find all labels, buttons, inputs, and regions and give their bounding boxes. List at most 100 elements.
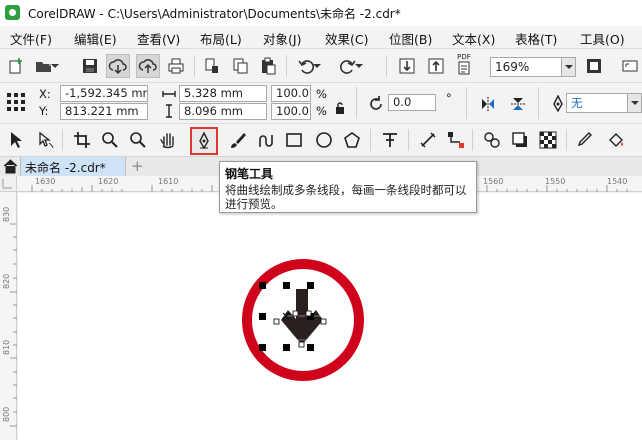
rotation-angle-input[interactable]: 0.0 (388, 94, 436, 111)
rotation-degree: ° (446, 91, 452, 105)
menu-file[interactable]: 文件(F) (10, 29, 52, 48)
menu-tools[interactable]: 工具(O) (580, 29, 625, 48)
x-position-input[interactable]: -1,592.345 mm (60, 85, 148, 102)
interactive-fill-icon[interactable] (604, 128, 628, 152)
toolbar-separator (538, 87, 539, 119)
tab-document-label: 未命名 -2.cdr* (25, 161, 106, 175)
zoom-to-page-icon[interactable] (582, 54, 606, 78)
crop-tool-icon[interactable] (70, 128, 94, 152)
scale-height-input[interactable]: 100.0 (271, 103, 311, 120)
width-icon (162, 88, 176, 102)
toolbar-separator (356, 87, 357, 119)
connector-tool-icon[interactable] (444, 128, 468, 152)
home-icon[interactable] (3, 159, 18, 177)
menu-edit[interactable]: 编辑(E) (74, 29, 117, 48)
ruler-h-label: 1560 (483, 177, 504, 186)
redo-list-chevron-down-icon[interactable] (354, 54, 364, 78)
import-icon[interactable] (395, 54, 419, 78)
cloud-download-icon[interactable] (106, 54, 130, 78)
menu-bitmaps[interactable]: 位图(B) (389, 29, 432, 48)
coreldraw-app-icon (5, 5, 20, 20)
menu-effects[interactable]: 效果(C) (325, 29, 368, 48)
title-bar: CorelDRAW - C:\Users\Administrator\Docum… (0, 0, 642, 26)
menu-bar: 文件(F) 编辑(E) 查看(V) 布局(L) 对象(J) 效果(C) 位图(B… (0, 26, 642, 48)
pan-hand-icon[interactable] (156, 128, 180, 152)
toolbar-separator (408, 129, 409, 151)
pen-tool-icon[interactable] (190, 127, 218, 155)
blend-tool-icon[interactable] (480, 128, 504, 152)
artistic-media-brush-icon[interactable] (226, 128, 250, 152)
pick-tool-icon[interactable] (4, 128, 28, 152)
y-position-input[interactable]: 813.221 mm (60, 103, 148, 120)
cut-icon[interactable] (200, 54, 224, 78)
toolbar-separator (466, 87, 467, 119)
menu-text[interactable]: 文本(X) (452, 29, 495, 48)
ruler-h-label: 1540 (607, 177, 628, 186)
toolbar-separator (566, 129, 567, 151)
object-origin-icon[interactable] (4, 90, 28, 114)
tooltip-description: 将曲线绘制成多条线段，每画一条线段时都可以进行预览。 (225, 183, 467, 211)
tab-document[interactable]: 未命名 -2.cdr* (20, 157, 126, 177)
shape-tool-icon[interactable] (34, 128, 58, 152)
ruler-v-label: 810 (2, 339, 11, 355)
ruler-h-label: 1610 (158, 177, 179, 186)
x-label: X: (39, 87, 51, 101)
toolbar-separator (370, 129, 371, 151)
mirror-vertical-icon[interactable] (506, 92, 530, 116)
scale-width-input[interactable]: 100.0 (271, 85, 311, 102)
scale-height-percent: % (316, 104, 327, 118)
lock-ratio-icon[interactable] (332, 99, 348, 117)
outline-width-select[interactable]: 无 (566, 93, 628, 113)
standard-toolbar: PDF 169% (0, 48, 642, 82)
print-icon[interactable] (164, 54, 188, 78)
new-document-icon[interactable] (4, 54, 28, 78)
window-title: CorelDRAW - C:\Users\Administrator\Docum… (28, 7, 401, 21)
menu-table[interactable]: 表格(T) (515, 29, 557, 48)
outline-chevron-down-icon[interactable] (628, 93, 642, 113)
eyedropper-icon[interactable] (572, 128, 596, 152)
export-icon[interactable] (424, 54, 448, 78)
toolbar-separator (62, 129, 63, 151)
polygon-tool-icon[interactable] (340, 128, 364, 152)
y-label: Y: (39, 104, 49, 118)
height-input[interactable]: 8.096 mm (179, 103, 267, 120)
add-tab-plus-icon[interactable]: + (131, 158, 144, 174)
ruler-v-label: 820 (2, 273, 11, 289)
ellipse-tool-icon[interactable] (312, 128, 336, 152)
search-zoom-out-icon[interactable] (126, 128, 150, 152)
ruler-h-label: 1630 (35, 177, 56, 186)
full-screen-preview-icon[interactable] (618, 54, 642, 78)
property-bar: X: Y: -1,592.345 mm 813.221 mm 5.328 mm … (0, 82, 642, 122)
ruler-origin[interactable] (0, 176, 17, 192)
dimension-line-icon[interactable] (416, 128, 440, 152)
zoom-tool-icon[interactable] (98, 128, 122, 152)
cloud-upload-icon[interactable] (136, 54, 160, 78)
rectangle-tool-icon[interactable] (282, 128, 306, 152)
open-dropdown-chevron-down-icon[interactable] (50, 54, 60, 78)
save-icon[interactable] (78, 54, 102, 78)
copy-icon[interactable] (228, 54, 252, 78)
vertical-ruler[interactable]: 830 820 810 800 (0, 192, 17, 440)
pdf-label: PDF (457, 52, 471, 61)
toolbar-separator (386, 55, 387, 77)
paste-icon[interactable] (256, 54, 280, 78)
bezier-curve-icon[interactable] (254, 128, 278, 152)
zoom-level-input[interactable]: 169% (490, 57, 562, 77)
pen-tool-tooltip: 钢笔工具 将曲线绘制成多条线段，每画一条线段时都可以进行预览。 (219, 161, 477, 213)
text-tool-icon[interactable] (378, 128, 402, 152)
width-input[interactable]: 5.328 mm (179, 85, 267, 102)
drawing-canvas[interactable] (18, 193, 642, 440)
rotation-icon (364, 92, 388, 116)
menu-object[interactable]: 对象(J) (263, 29, 301, 48)
menu-view[interactable]: 查看(V) (137, 29, 180, 48)
mirror-horizontal-icon[interactable] (476, 92, 500, 116)
toolbar-separator (194, 55, 195, 77)
drop-shadow-icon[interactable] (508, 128, 532, 152)
tooltip-title: 钢笔工具 (225, 167, 274, 181)
ruler-h-label: 1550 (545, 177, 566, 186)
menu-layout[interactable]: 布局(L) (200, 29, 242, 48)
undo-list-chevron-down-icon[interactable] (312, 54, 322, 78)
publish-pdf-icon[interactable]: PDF (452, 52, 476, 76)
zoom-chevron-down-icon[interactable] (562, 57, 576, 77)
transparency-checker-icon[interactable] (536, 128, 560, 152)
